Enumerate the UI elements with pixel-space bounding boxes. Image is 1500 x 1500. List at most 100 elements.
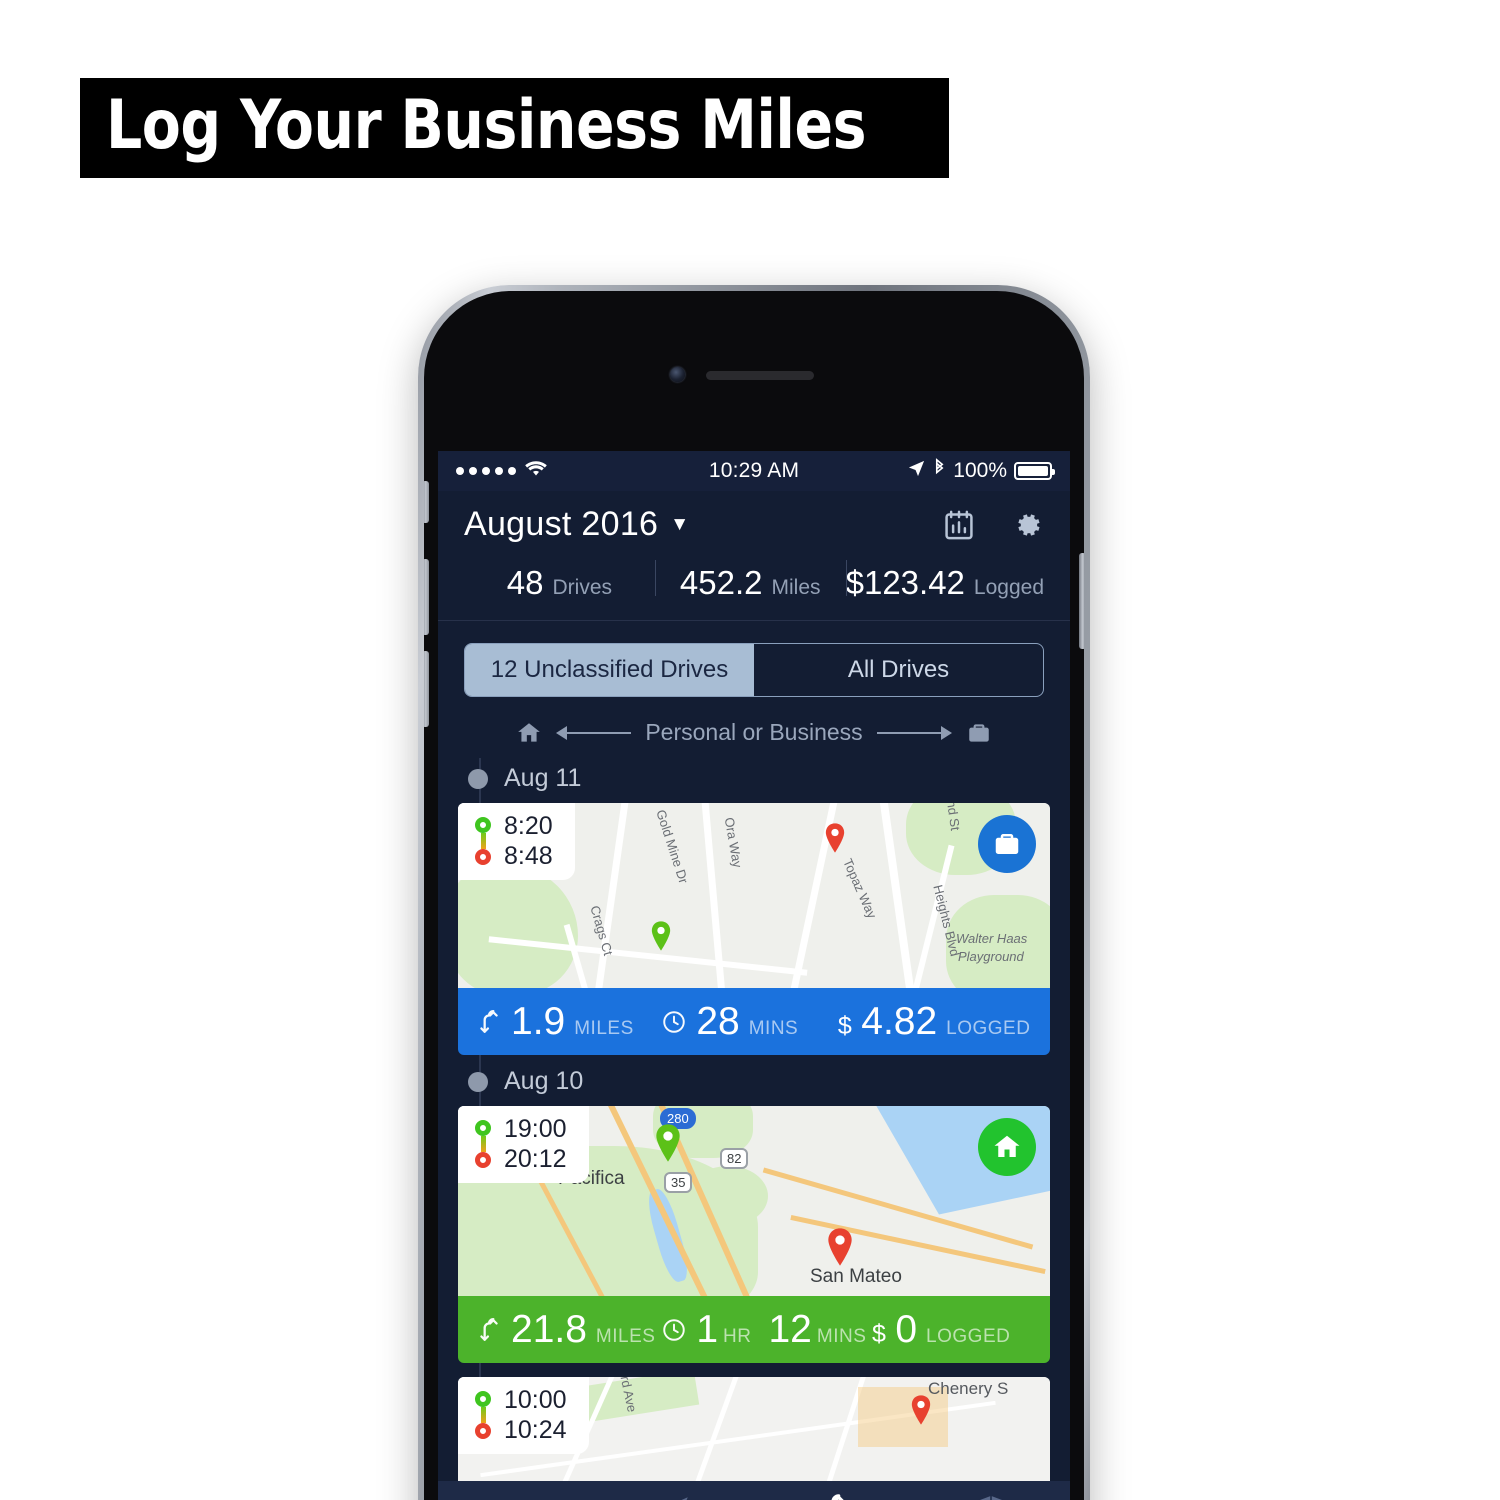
drive-card[interactable]: Gold Mine Dr Ora Way Crags Ct Topaz Way … [458, 803, 1050, 1055]
briefcase-icon [966, 720, 992, 746]
summary-logged: $123.42 Logged [845, 560, 1044, 602]
time-track-icon [474, 1120, 492, 1169]
drive-stats-bar: 21.8 MILES 1 HR 12 MINS $ 0 LOGGED [458, 1296, 1050, 1363]
summary-drives: 48 Drives [464, 564, 655, 602]
volume-up-button[interactable] [424, 559, 429, 635]
tab-dashboard[interactable]: Dashboard [438, 1493, 596, 1500]
power-button[interactable] [1079, 553, 1084, 649]
drive-end-time: 20:12 [504, 1145, 567, 1174]
dollar-icon: $ [837, 1012, 853, 1040]
end-pin-icon [826, 1228, 854, 1266]
start-pin-icon [654, 1124, 682, 1162]
end-pin-icon [824, 823, 846, 853]
stat-miles: 21.8 MILES [476, 1310, 661, 1349]
location-arrow-icon [907, 459, 926, 484]
start-pin-icon [650, 921, 672, 951]
classification-hint: Personal or Business [438, 719, 1070, 746]
report-chart-icon[interactable] [942, 508, 976, 542]
tab-health-center[interactable]: Health Center [912, 1493, 1070, 1500]
drive-map[interactable]: ard Ave Chenery S 10:00 10:24 [458, 1377, 1050, 1497]
battery-icon [1014, 462, 1055, 480]
stat-logged: $ 4.82 LOGGED [838, 1002, 1032, 1041]
screenshot-canvas: Log Your Business Miles 10:29 AM 100% Au… [0, 0, 1500, 1500]
dollar-icon: $ [871, 1320, 887, 1348]
battery-percent-label: 100% [953, 459, 1007, 482]
highway-shield-35: 35 [664, 1172, 693, 1193]
gauge-icon [500, 1493, 534, 1500]
classification-hint-label: Personal or Business [645, 719, 863, 745]
gear-icon[interactable] [1010, 508, 1044, 542]
drive-time-range: 10:00 10:24 [458, 1377, 589, 1454]
headline-text: Log Your Business Miles [106, 86, 866, 165]
tab-car-finder[interactable]: Car Finder [596, 1493, 754, 1500]
route-icon [476, 1009, 502, 1035]
drives-feed: Aug 11 Gold Mine Dr Ora Way Crags Ct Top… [438, 752, 1070, 1497]
stat-mins-label: MINS [748, 1018, 799, 1039]
stat-logged-value: 4.82 [861, 1000, 938, 1043]
drive-start-time: 8:20 [504, 812, 553, 840]
map-city-san-mateo: San Mateo [810, 1266, 902, 1287]
drive-map[interactable]: Gold Mine Dr Ora Way Crags Ct Topaz Way … [458, 803, 1050, 988]
time-track-icon [474, 817, 492, 866]
headline-banner: Log Your Business Miles [80, 78, 950, 178]
phone-bezel: 10:29 AM 100% August 2016 ▼ 48 Drives 45… [424, 291, 1084, 1500]
drives-filter-tabs: 12 Unclassified Drives All Drives [464, 643, 1044, 697]
month-selector-label[interactable]: August 2016 [464, 505, 658, 544]
header-actions [942, 508, 1044, 542]
summary-miles-label: Miles [771, 576, 821, 599]
header-divider [438, 620, 1070, 621]
status-right: 100% [907, 458, 1055, 484]
mute-switch[interactable] [424, 481, 429, 523]
stat-miles: 1.9 MILES [476, 1002, 661, 1041]
arrow-right-icon [876, 725, 952, 740]
app-header: August 2016 ▼ 48 Drives 452.2 Miles $123… [438, 491, 1070, 620]
drive-card[interactable]: 280 82 35 Pacifica San Mateo 19:00 20:12… [458, 1106, 1050, 1363]
route-icon [816, 1493, 850, 1500]
drive-start-time: 10:00 [504, 1386, 567, 1414]
stat-miles-value: 1.9 [511, 1000, 566, 1043]
stat-mins: 28 MINS [661, 1002, 838, 1041]
summary-logged-label: Logged [973, 576, 1044, 599]
tab-mileage-log[interactable]: Mileage Log [754, 1493, 912, 1500]
drive-stats-bar: 1.9 MILES 28 MINS $ 4.82 LOGGED [458, 988, 1050, 1055]
stat-mins-value: 12 [768, 1308, 812, 1351]
stat-duration: 1 HR 12 MINS [661, 1310, 872, 1349]
stat-miles-label: MILES [595, 1326, 656, 1347]
clock-icon [661, 1317, 687, 1343]
stat-miles-value: 21.8 [511, 1308, 587, 1351]
stat-hours-value: 1 [696, 1308, 719, 1351]
tab-unclassified-drives[interactable]: 12 Unclassified Drives [465, 644, 754, 696]
status-bar: 10:29 AM 100% [438, 451, 1070, 491]
drive-card[interactable]: ard Ave Chenery S 10:00 10:24 [458, 1377, 1050, 1497]
classification-badge-personal[interactable] [978, 1118, 1036, 1176]
time-track-icon [474, 1391, 492, 1440]
timeline-dot [468, 1071, 488, 1092]
summary-miles-value: 452.2 [679, 564, 763, 601]
phone-screen: 10:29 AM 100% August 2016 ▼ 48 Drives 45… [438, 451, 1070, 1500]
drive-end-time: 10:24 [504, 1416, 567, 1445]
stat-miles-label: MILES [574, 1018, 634, 1039]
volume-down-button[interactable] [424, 651, 429, 727]
end-pin-icon [910, 1395, 932, 1425]
stat-mins-label: MINS [816, 1326, 867, 1347]
navigation-arrow-icon [658, 1493, 692, 1500]
day-header: Aug 11 [438, 752, 1070, 803]
summary-miles: 452.2 Miles [654, 560, 846, 602]
classification-badge-business[interactable] [978, 815, 1036, 873]
phone-device: 10:29 AM 100% August 2016 ▼ 48 Drives 45… [418, 285, 1090, 1500]
stat-logged-value: 0 [895, 1308, 918, 1351]
tab-all-drives[interactable]: All Drives [754, 644, 1043, 696]
bottom-tab-bar: Dashboard Car Finder Mileage Log [438, 1481, 1070, 1500]
summary-drives-label: Drives [552, 576, 613, 599]
home-icon [516, 720, 542, 746]
highway-shield-82: 82 [720, 1148, 749, 1169]
monthly-summary: 48 Drives 452.2 Miles $123.42 Logged [464, 544, 1044, 620]
map-label-chenery: Chenery S [928, 1379, 1009, 1398]
earpiece-speaker [706, 371, 814, 380]
front-camera-icon [670, 367, 685, 382]
drive-map[interactable]: 280 82 35 Pacifica San Mateo 19:00 20:12 [458, 1106, 1050, 1296]
day-header: Aug 10 [438, 1055, 1070, 1106]
chevron-down-icon[interactable]: ▼ [670, 514, 689, 536]
drive-end-time: 8:48 [504, 842, 553, 871]
clock-icon [661, 1009, 687, 1035]
